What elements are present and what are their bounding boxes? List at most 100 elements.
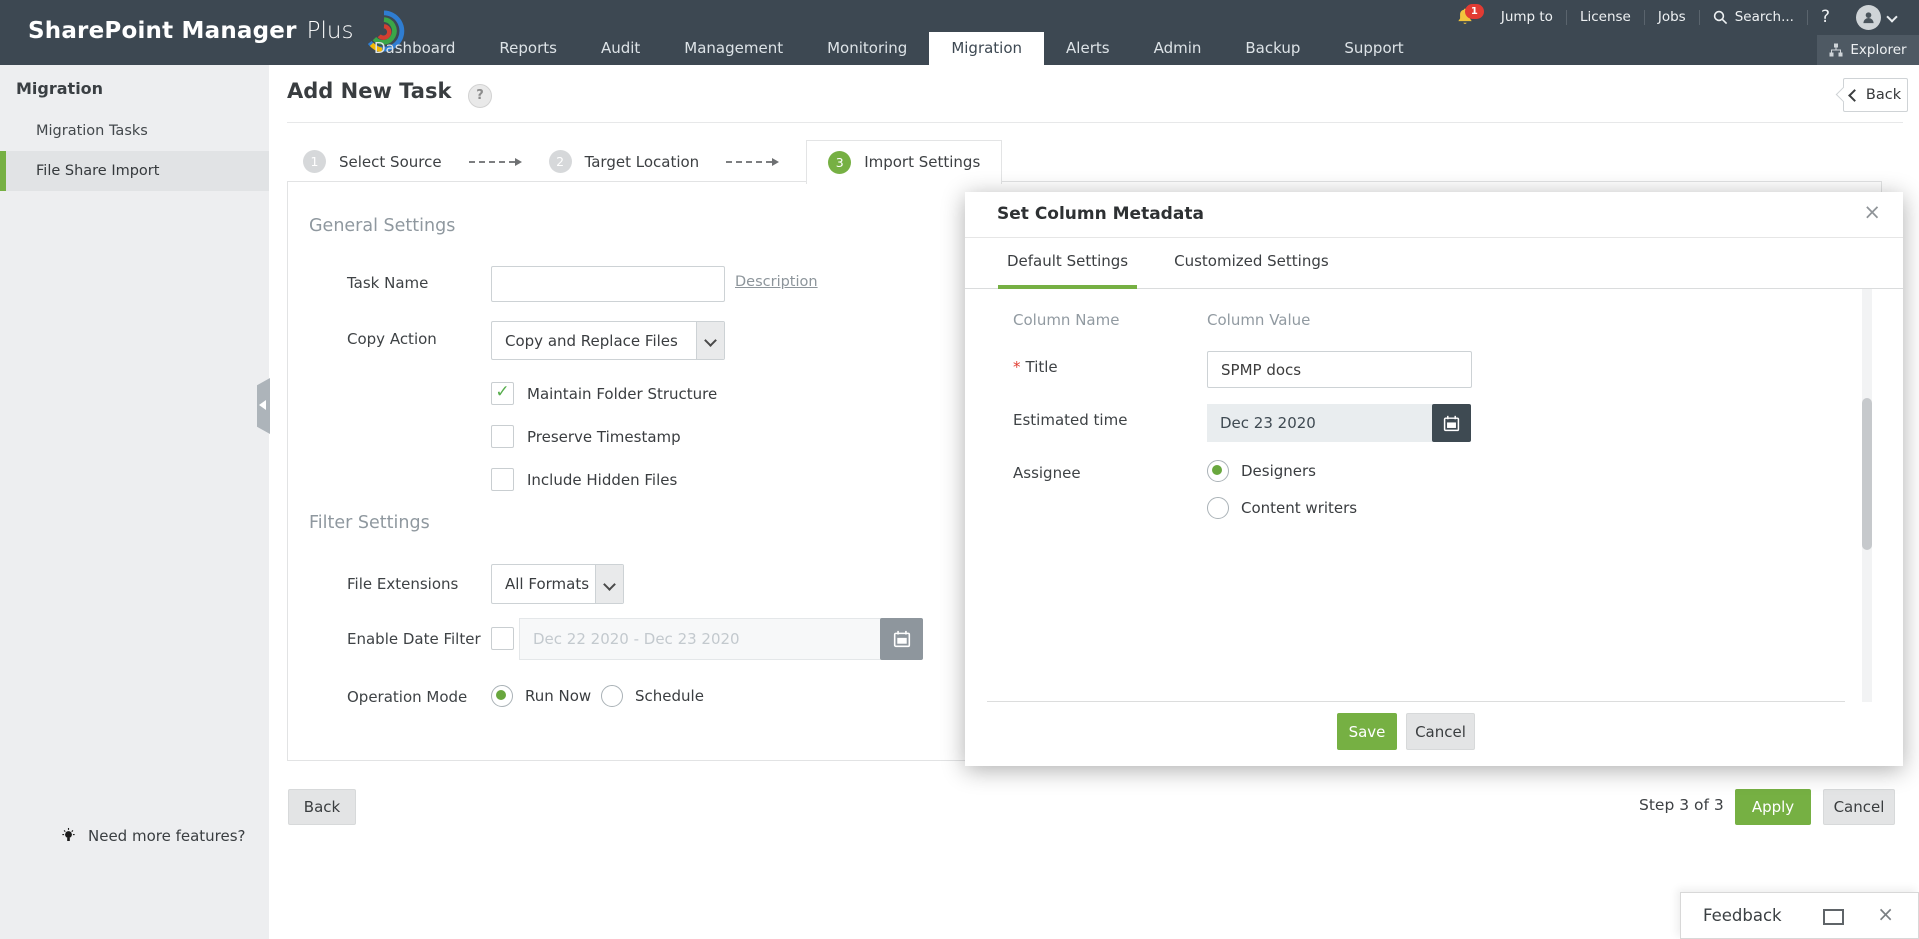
step-target-location[interactable]: 2 Target Location — [549, 150, 700, 173]
checkbox-unchecked — [491, 468, 514, 491]
task-name-input[interactable] — [491, 266, 725, 302]
wizard-steps: 1 Select Source 2 Target Location 3 Impo… — [303, 140, 1002, 183]
step-number: 3 — [828, 151, 851, 174]
title-field-label: *Title — [1013, 358, 1058, 376]
copy-action-select[interactable]: Copy and Replace Files — [491, 321, 725, 360]
step-label: Select Source — [339, 153, 442, 171]
description-link[interactable]: Description — [735, 274, 818, 290]
sidebar-collapse-handle[interactable] — [257, 378, 270, 434]
nav-management[interactable]: Management — [662, 32, 805, 65]
nav-admin[interactable]: Admin — [1132, 32, 1224, 65]
close-icon[interactable]: × — [1877, 902, 1894, 926]
license-link[interactable]: License — [1567, 9, 1644, 25]
logo-text-light: Plus — [307, 18, 354, 44]
back-button-bottom[interactable]: Back — [288, 789, 356, 825]
step-label: Import Settings — [864, 153, 980, 171]
apply-button[interactable]: Apply — [1735, 789, 1811, 825]
close-icon[interactable]: × — [1863, 200, 1881, 224]
feedback-label: Feedback — [1703, 893, 1782, 938]
sidebar-section-header[interactable]: Migration — [0, 65, 269, 111]
header-utilities: 1 Jump to License Jobs Search... ? — [1446, 0, 1909, 34]
divider — [987, 701, 1845, 702]
tab-customized-settings[interactable]: Customized Settings — [1174, 237, 1329, 288]
estimated-time-input[interactable]: Dec 23 2020 — [1207, 404, 1445, 442]
radio-label: Schedule — [635, 687, 704, 705]
designers-radio[interactable]: Designers — [1207, 460, 1316, 482]
step-label: Target Location — [585, 153, 700, 171]
back-button-top[interactable]: Back — [1843, 78, 1908, 112]
assignee-label: Assignee — [1013, 464, 1081, 482]
run-now-radio[interactable]: Run Now — [491, 685, 591, 707]
dialog-scrollbar[interactable] — [1862, 289, 1872, 702]
divider — [287, 122, 1903, 123]
help-button[interactable]: ? — [1808, 7, 1843, 27]
enable-date-filter-checkbox[interactable] — [491, 627, 514, 650]
step-number: 2 — [549, 150, 572, 173]
nav-backup[interactable]: Backup — [1223, 32, 1322, 65]
nav-monitoring[interactable]: Monitoring — [805, 32, 929, 65]
sidebar: Migration Migration Tasks File Share Imp… — [0, 65, 269, 939]
operation-mode-label: Operation Mode — [347, 688, 467, 706]
step-indicator: Step 3 of 3 — [1639, 796, 1724, 814]
chevron-down-icon — [603, 578, 616, 591]
step-import-settings-active[interactable]: 3 Import Settings — [806, 140, 1002, 184]
dropdown-segment — [595, 565, 623, 603]
page-title: Add New Task — [287, 79, 451, 103]
jobs-link[interactable]: Jobs — [1645, 9, 1699, 25]
notification-badge: 1 — [1465, 4, 1484, 19]
feedback-widget: Feedback × — [1680, 892, 1919, 939]
chevron-down-icon — [704, 334, 717, 347]
radio-label: Designers — [1241, 462, 1316, 480]
file-extensions-value: All Formats — [505, 565, 589, 603]
column-name-header: Column Name — [1013, 311, 1119, 329]
explorer-button[interactable]: Explorer — [1817, 35, 1919, 65]
schedule-radio[interactable]: Schedule — [601, 685, 704, 707]
chevron-down-icon — [1886, 11, 1897, 22]
checkbox-checked: ✓ — [491, 382, 514, 405]
include-hidden-files-checkbox[interactable]: Include Hidden Files — [491, 468, 677, 491]
nav-migration[interactable]: Migration — [929, 32, 1044, 65]
user-menu[interactable] — [1843, 5, 1909, 30]
maintain-folder-structure-checkbox[interactable]: ✓ Maintain Folder Structure — [491, 382, 717, 405]
scrollbar-thumb[interactable] — [1862, 398, 1872, 550]
date-range-calendar-button[interactable] — [880, 618, 923, 660]
jump-to-link[interactable]: Jump to — [1488, 9, 1566, 25]
logo-text-bold: SharePoint Manager — [28, 18, 297, 44]
date-range-input[interactable]: Dec 22 2020 - Dec 23 2020 — [519, 618, 882, 660]
save-button[interactable]: Save — [1337, 713, 1397, 750]
search-button[interactable]: Search... — [1700, 9, 1807, 25]
preserve-timestamp-checkbox[interactable]: Preserve Timestamp — [491, 425, 681, 448]
content-writers-radio[interactable]: Content writers — [1207, 497, 1357, 519]
explorer-sitemap-icon — [1829, 43, 1843, 57]
notifications-button[interactable]: 1 — [1446, 8, 1488, 27]
need-more-features-label: Need more features? — [88, 827, 246, 845]
set-column-metadata-dialog: Set Column Metadata × Default Settings C… — [965, 192, 1903, 766]
radio-label: Content writers — [1241, 499, 1357, 517]
radio-selected — [1207, 460, 1229, 482]
checkbox-label: Maintain Folder Structure — [527, 385, 717, 403]
estimated-time-calendar-button[interactable] — [1432, 404, 1471, 442]
copy-action-value: Copy and Replace Files — [505, 322, 678, 359]
maximize-icon[interactable] — [1823, 909, 1844, 925]
page-help-icon[interactable]: ? — [468, 84, 492, 108]
dialog-tabs: Default Settings Customized Settings — [965, 237, 1903, 289]
title-value-input[interactable]: SPMP docs — [1207, 351, 1472, 388]
dialog-cancel-button[interactable]: Cancel — [1406, 713, 1475, 750]
nav-alerts[interactable]: Alerts — [1044, 32, 1132, 65]
filter-settings-heading: Filter Settings — [309, 513, 430, 533]
nav-dashboard[interactable]: Dashboard — [352, 32, 477, 65]
sidebar-item-migration-tasks[interactable]: Migration Tasks — [0, 111, 269, 151]
nav-support[interactable]: Support — [1322, 32, 1425, 65]
step-select-source[interactable]: 1 Select Source — [303, 150, 442, 173]
chevron-left-icon — [1848, 89, 1861, 102]
cancel-button[interactable]: Cancel — [1823, 789, 1895, 825]
dialog-header: Set Column Metadata × — [965, 192, 1903, 238]
file-extensions-select[interactable]: All Formats — [491, 564, 624, 604]
nav-reports[interactable]: Reports — [477, 32, 579, 65]
tab-default-settings[interactable]: Default Settings — [1007, 237, 1128, 288]
chevron-left-icon — [259, 400, 266, 410]
need-more-features-link[interactable]: Need more features? — [60, 827, 246, 845]
nav-audit[interactable]: Audit — [579, 32, 662, 65]
checkbox-label: Include Hidden Files — [527, 471, 677, 489]
sidebar-item-file-share-import[interactable]: File Share Import — [0, 151, 269, 191]
